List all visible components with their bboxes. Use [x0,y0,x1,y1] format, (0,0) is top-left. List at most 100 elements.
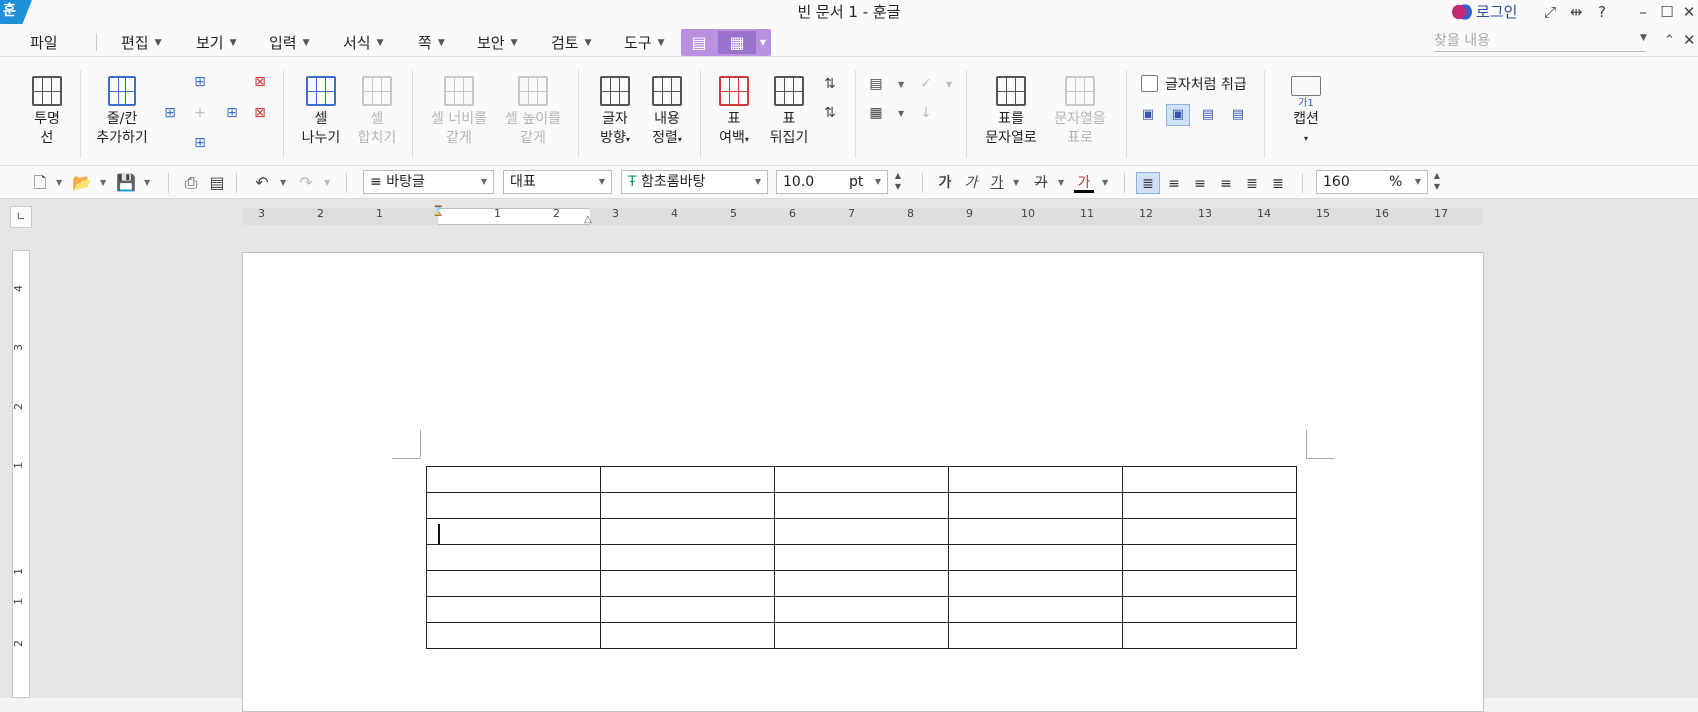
merge-cell-button[interactable]: 셀 합치기 [354,76,400,148]
insert-row-above-icon[interactable]: ⊞ [190,73,210,91]
table-margin-button[interactable]: 표 여백▾ [712,76,756,149]
text-direction-button[interactable]: 글자 방향▾ [594,76,636,149]
table-cell[interactable] [774,544,949,571]
table-cell[interactable] [774,622,949,649]
chevron-down-icon[interactable]: ▼ [1058,178,1064,187]
table-cell[interactable] [1122,518,1297,545]
help-button[interactable]: ? [1593,3,1611,21]
undo-icon[interactable]: ↶ [252,173,272,193]
insert-row-below-icon[interactable]: ⊞ [190,134,210,152]
font-size-input[interactable]: 10.0 pt ▼ [776,170,888,194]
wrap-front-icon[interactable]: ▤ [1226,104,1250,126]
distribute-rows-icon[interactable]: ⇅ [820,75,840,93]
table-cell[interactable] [600,596,775,623]
cell-properties-icon[interactable]: ▤ [866,75,886,93]
table-cell[interactable] [1122,466,1297,493]
tab-type-icon[interactable]: ∟ [10,206,32,228]
caption-button[interactable]: 가1 캡션 ▾ [1284,76,1328,148]
language-select[interactable]: 대표 ▼ [503,170,612,194]
style-select[interactable]: ≡ 바탕글 ▼ [363,170,494,194]
add-row-col-button[interactable]: 줄/칸 추가하기 [90,76,154,148]
chevron-down-icon[interactable]: ▼ [756,31,770,54]
table-cell[interactable] [774,518,949,545]
menu-security[interactable]: 보안 ▼ [477,32,518,53]
delete-row-icon[interactable]: ⊠ [250,104,270,122]
cell-border-icon[interactable]: ▦ [866,104,886,122]
open-folder-icon[interactable]: 📂 [72,173,92,193]
italic-button[interactable]: 가 [961,173,981,193]
chevron-down-icon[interactable]: ▼ [1640,33,1647,43]
align-distribute-icon[interactable]: ≣ [1240,172,1264,194]
print-icon[interactable]: ⎙ [181,173,201,193]
distribute-cols-icon[interactable]: ⇅ [820,104,840,122]
equal-width-button[interactable]: 셀 너비를 같게 [424,76,494,148]
menu-insert[interactable]: 입력 ▼ [269,32,310,53]
strikethrough-button[interactable]: 가 [1031,173,1051,193]
zoom-input[interactable]: 160 % ▼ [1316,170,1428,194]
table-flip-button[interactable]: 표 뒤집기 [764,76,814,148]
table-design-tab-icon[interactable]: ▤ [684,31,714,54]
table-cell[interactable] [1122,492,1297,519]
table-cell[interactable] [1122,596,1297,623]
align-right-icon[interactable]: ≡ [1214,172,1238,194]
align-left-icon[interactable]: ≡ [1162,172,1186,194]
table-cell[interactable] [1122,622,1297,649]
table-cell[interactable] [948,492,1123,519]
collapse-ribbon-icon[interactable]: ⌃ [1664,33,1675,48]
wrap-top-bottom-icon[interactable]: ▣ [1166,104,1190,126]
fullscreen-icon[interactable]: ⤢ [1541,3,1559,21]
insert-col-right-icon[interactable]: ⊞ [222,104,242,122]
menu-edit[interactable]: 편집 ▼ [121,32,162,53]
menu-review[interactable]: 검토 ▼ [551,32,592,53]
new-document-icon[interactable]: 🗋 [30,173,50,193]
align-center-icon[interactable]: ≡ [1188,172,1212,194]
vertical-ruler[interactable] [12,250,30,698]
treat-as-char-checkbox[interactable] [1141,75,1158,92]
table-cell[interactable] [600,492,775,519]
menu-format[interactable]: 서식 ▼ [343,32,384,53]
table-cell[interactable] [1122,570,1297,597]
chevron-down-icon[interactable]: ▼ [280,178,286,187]
table-cell[interactable] [774,492,949,519]
chevron-down-icon[interactable]: ▼ [144,178,150,187]
align-justify-icon[interactable]: ≣ [1136,172,1160,194]
menu-tools[interactable]: 도구 ▼ [624,32,665,53]
table-cell[interactable] [600,466,775,493]
table-cell[interactable] [948,466,1123,493]
table-cell[interactable] [426,622,601,649]
table-cell[interactable] [948,622,1123,649]
table-cell[interactable] [948,518,1123,545]
wrap-square-icon[interactable]: ▣ [1136,104,1160,126]
right-indent-marker-icon[interactable]: △ [584,214,592,225]
table-cell[interactable] [774,570,949,597]
table-cell[interactable] [774,466,949,493]
table-to-text-button[interactable]: 표를 문자열로 [980,76,1042,148]
table-cell[interactable] [600,544,775,571]
align-divide-icon[interactable]: ≣ [1266,172,1290,194]
table-cell[interactable] [426,596,601,623]
menu-file[interactable]: 파일 [30,32,58,53]
zoom-spinner[interactable]: ▲ ▼ [1430,170,1444,194]
content-align-button[interactable]: 내용 정렬▾ [646,76,688,149]
table-cell[interactable] [426,518,601,545]
save-icon[interactable]: 💾 [116,173,136,193]
underline-button[interactable]: 가 [987,173,1007,193]
menu-page[interactable]: 쪽 ▼ [418,32,445,53]
chevron-down-icon[interactable]: ▼ [100,178,106,187]
table-cell[interactable] [1122,544,1297,571]
close-icon[interactable]: ✕ [1680,3,1698,21]
font-select[interactable]: Ŧ 함초롬바탕 ▼ [621,170,768,194]
font-size-spinner[interactable]: ▲ ▼ [891,170,905,194]
table-cell[interactable] [600,518,775,545]
maximize-icon[interactable]: ☐ [1658,3,1676,21]
table-cell[interactable] [426,466,601,493]
table-cell[interactable] [426,570,601,597]
table-cell[interactable] [774,596,949,623]
close-icon[interactable]: ✕ [1683,31,1696,49]
table-cell[interactable] [948,596,1123,623]
table-cell[interactable] [948,544,1123,571]
bold-button[interactable]: 가 [935,173,955,193]
chevron-down-icon[interactable]: ▼ [1102,178,1108,187]
menu-view[interactable]: 보기 ▼ [196,32,237,53]
table-cell[interactable] [600,622,775,649]
